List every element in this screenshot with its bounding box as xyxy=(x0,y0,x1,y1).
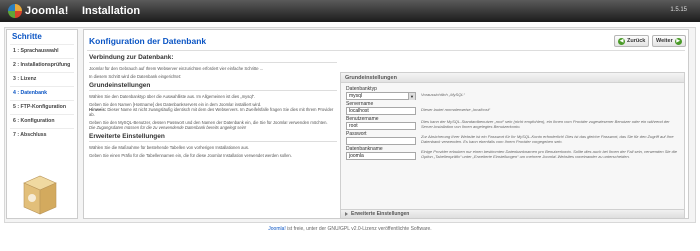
password-hint: Zur Absicherung Ihrer Website ist ein Pa… xyxy=(421,134,674,144)
server-input[interactable]: localhost xyxy=(346,107,416,115)
settings-panel-header: Grundeinstellungen xyxy=(341,73,684,83)
intro-text-1: Joomla! für den Gebrauch auf Ihrem Webse… xyxy=(89,66,264,71)
app-title: Installation xyxy=(82,5,141,17)
back-button-label: Zurück xyxy=(627,38,646,44)
joomla-link[interactable]: Joomla! xyxy=(268,226,286,232)
back-button[interactable]: ◀ Zurück xyxy=(614,35,650,47)
top-bar: Joomla! Installation 1.5.15 xyxy=(0,0,700,22)
settings-panel: Grundeinstellungen Datenbanktyp mysql ▼ … xyxy=(340,72,685,218)
main-panel: Konfiguration der Datenbank ◀ Zurück Wei… xyxy=(83,29,689,219)
divider xyxy=(87,50,685,51)
username-hint: Dies kann der MySQL-Standardbenutzer „ro… xyxy=(421,119,670,129)
dbname-input[interactable]: joomla xyxy=(346,152,416,160)
connection-heading: Verbindung zur Datenbank: xyxy=(89,54,337,63)
page-footer: Joomla! ist freie, unter der GNU/GPL v2.… xyxy=(0,226,700,232)
basic-note: Hinweis: Dieser Name ist nicht zwangsläu… xyxy=(89,107,337,117)
chevron-down-icon: ▼ xyxy=(408,93,415,100)
intro-text-2: In diesem Schritt wird die Datenbank ein… xyxy=(89,74,182,79)
db-type-value: mysql xyxy=(349,93,363,99)
username-input[interactable]: root xyxy=(346,122,416,130)
basic-text-5: Die Zugangsdaten müssen für die zu verwe… xyxy=(89,125,247,130)
basic-settings-heading: Grundeinstellungen xyxy=(89,82,337,91)
advanced-text-1: Wählen Sie die Maßnahme für bestehende T… xyxy=(89,145,250,150)
step-configuration: 6 : Konfiguration xyxy=(10,114,74,128)
version-label: 1.5.15 xyxy=(670,7,687,13)
logo-text: Joomla! xyxy=(25,5,69,17)
password-input[interactable] xyxy=(346,137,416,145)
expand-arrow-icon xyxy=(345,212,348,216)
dbname-hint: Einige Provider erlauben nur einen besti… xyxy=(421,149,677,159)
footer-text: ist freie, unter der GNU/GPL v2.0-Lizenz… xyxy=(285,226,432,232)
arrow-left-icon: ◀ xyxy=(618,37,625,45)
advanced-text-2: Geben Sie einen Präfix für die Tabellenn… xyxy=(89,153,292,158)
advanced-settings-heading: Erweiterte Einstellungen xyxy=(89,133,337,142)
software-box-icon xyxy=(23,175,57,215)
step-preinstall-check: 2 : Installationsprüfung xyxy=(10,58,74,72)
next-button[interactable]: Weiter ▶ xyxy=(652,35,686,47)
joomla-logo: Joomla! xyxy=(8,3,69,19)
step-ftp: 5 : FTP-Konfiguration xyxy=(10,100,74,114)
sidebar-title: Schritte xyxy=(12,32,42,41)
db-type-hint: Voraussichtlich „MySQL“ xyxy=(421,92,465,97)
step-language: 1 : Sprachauswahl xyxy=(10,44,74,58)
joomla-logo-icon xyxy=(8,4,22,18)
server-hint: Dieser lautet normalerweise „localhost“ xyxy=(421,107,491,112)
page-title: Konfiguration der Datenbank xyxy=(89,36,207,46)
note-text: Dieser Name ist nicht zwangsläufig ident… xyxy=(89,107,334,117)
db-type-select[interactable]: mysql ▼ xyxy=(346,92,416,100)
instructions-column: Verbindung zur Datenbank: Joomla! für de… xyxy=(89,54,337,158)
advanced-settings-label: Erweiterte Einstellungen xyxy=(351,211,410,217)
next-button-label: Weiter xyxy=(656,38,673,44)
advanced-settings-toggle[interactable]: Erweiterte Einstellungen xyxy=(341,209,684,218)
step-license: 3 : Lizenz xyxy=(10,72,74,86)
basic-text-1: Wählen Sie den Datenbanktyp über die Aus… xyxy=(89,94,256,99)
step-database: 4 : Datenbank xyxy=(10,86,74,100)
steps-sidebar: Schritte 1 : Sprachauswahl 2 : Installat… xyxy=(6,29,78,219)
arrow-right-icon: ▶ xyxy=(674,37,682,45)
step-finish: 7 : Abschluss xyxy=(10,128,74,142)
